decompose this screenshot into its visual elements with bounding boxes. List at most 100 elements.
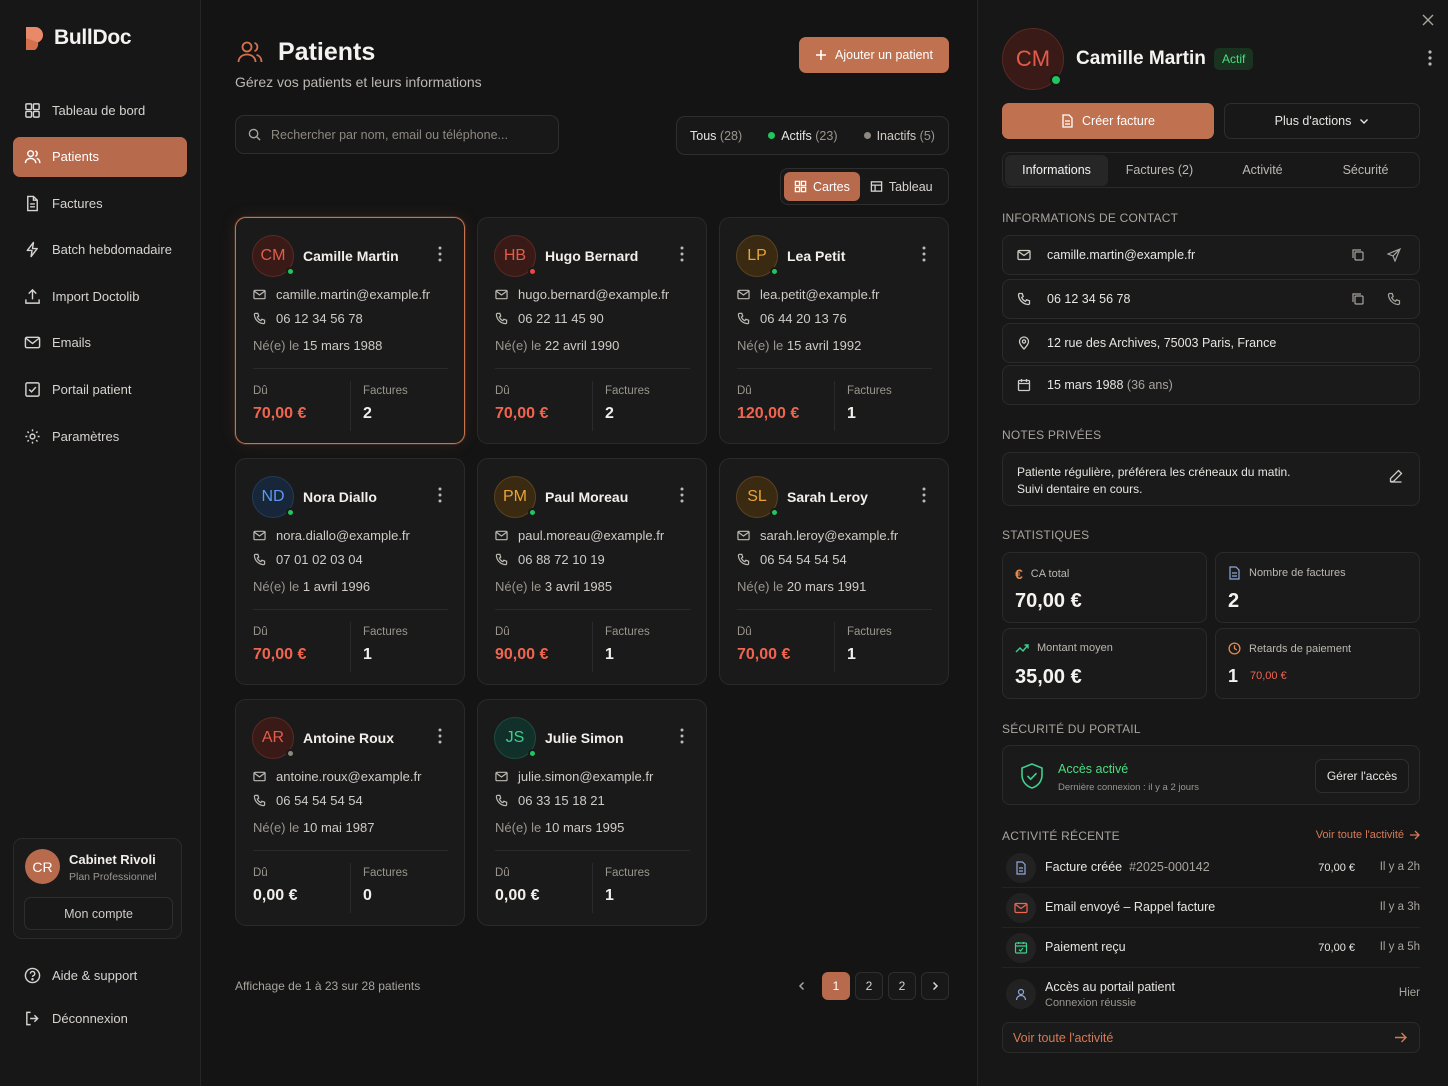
phone-call-icon[interactable] <box>1387 292 1401 306</box>
close-icon[interactable] <box>1422 14 1434 26</box>
patient-birthdate: Né(e) le 20 mars 1991 <box>737 579 866 594</box>
sidebar-item-invoices[interactable]: Factures <box>13 183 187 223</box>
activity-item[interactable]: Paiement reçu 70,00 € Il y a 5h <box>1002 928 1420 968</box>
status-dot-icon <box>286 749 295 758</box>
pagination-next[interactable] <box>921 972 949 1000</box>
arrow-right-icon <box>1395 1032 1407 1043</box>
security-section-title: SÉCURITÉ DU PORTAIL <box>1002 722 1141 736</box>
brand[interactable]: BullDoc <box>22 24 132 52</box>
patient-birthdate: Né(e) le 3 avril 1985 <box>495 579 612 594</box>
send-icon[interactable] <box>1387 248 1401 262</box>
sidebar-item-dashboard[interactable]: Tableau de bord <box>13 90 187 130</box>
private-notes[interactable]: Patiente régulière, préférera les crénea… <box>1002 452 1420 506</box>
activity-time: Il y a 5h <box>1379 941 1420 953</box>
born-label: Né(e) le <box>737 338 784 353</box>
patient-card[interactable]: HB Hugo Bernard hugo.bernard@example.fr 06 … <box>477 217 707 444</box>
help-support-link[interactable]: Aide & support <box>24 967 137 984</box>
my-account-button[interactable]: Mon compte <box>24 897 173 930</box>
due-value: 120,00 € <box>737 405 800 422</box>
patient-card[interactable]: CM Camille Martin camille.martin@example.f… <box>235 217 465 444</box>
logout-link[interactable]: Déconnexion <box>24 1010 128 1027</box>
sidebar: BullDoc Tableau de bord Patients Facture… <box>0 0 201 1086</box>
patient-card[interactable]: PM Paul Moreau paul.moreau@example.fr 06 88… <box>477 458 707 685</box>
mail-icon <box>495 289 508 300</box>
pagination-page[interactable]: 1 <box>822 972 850 1000</box>
edit-icon[interactable] <box>1389 469 1403 483</box>
sidebar-item-label: Tableau de bord <box>52 102 146 118</box>
more-vertical-icon[interactable] <box>680 246 684 262</box>
sidebar-item-emails[interactable]: Emails <box>13 323 187 363</box>
pagination-prev[interactable] <box>788 972 816 1000</box>
tab-security[interactable]: Sécurité <box>1314 155 1417 186</box>
status-dot-icon <box>528 749 537 758</box>
sidebar-item-label: Factures <box>52 195 103 211</box>
grid-icon <box>794 180 807 193</box>
brand-name: BullDoc <box>54 26 132 49</box>
patient-phone: 06 33 15 18 21 <box>518 793 605 808</box>
arrow-right-icon <box>1410 830 1420 840</box>
sidebar-item-patients[interactable]: Patients <box>13 136 187 177</box>
sidebar-item-settings[interactable]: Paramètres <box>13 416 187 456</box>
pagination-page[interactable]: 2 <box>888 972 916 1000</box>
activity-item[interactable]: Accès au portail patient Connexion réuss… <box>1002 972 1420 1016</box>
pagination-page[interactable]: 2 <box>855 972 883 1000</box>
sidebar-item-import[interactable]: Import Doctolib <box>13 276 187 316</box>
more-vertical-icon[interactable] <box>438 487 442 503</box>
more-vertical-icon[interactable] <box>680 487 684 503</box>
see-all-activity-link[interactable]: Voir toute l'activité <box>1316 829 1420 841</box>
tab-invoices[interactable]: Factures (2) <box>1108 155 1211 186</box>
copy-icon[interactable] <box>1351 292 1365 306</box>
contact-birth: 15 mars 1988 <box>1047 378 1124 392</box>
activity-subtitle: Connexion réussie <box>1045 997 1137 1009</box>
see-all-activity-button[interactable]: Voir toute l'activité <box>1002 1022 1420 1053</box>
add-patient-button[interactable]: Ajouter un patient <box>799 37 949 73</box>
filter-all-label: Tous <box>690 128 717 143</box>
born-label: Né(e) le <box>253 338 300 353</box>
chevron-left-icon <box>798 981 805 991</box>
filter-all[interactable]: Tous (28) <box>690 129 742 143</box>
patient-name: Camille Martin <box>1076 48 1206 69</box>
create-invoice-button[interactable]: Créer facture <box>1002 103 1214 139</box>
more-vertical-icon[interactable] <box>922 246 926 262</box>
stat-value: 1 <box>1228 666 1239 686</box>
divider <box>592 863 593 913</box>
patient-card[interactable]: JS Julie Simon julie.simon@example.fr 06 33… <box>477 699 707 926</box>
sidebar-item-batch[interactable]: Batch hebdomadaire <box>13 230 187 270</box>
more-vertical-icon[interactable] <box>438 246 442 262</box>
tab-activity[interactable]: Activité <box>1211 155 1314 186</box>
view-cards-button[interactable]: Cartes <box>784 172 860 201</box>
view-table-button[interactable]: Tableau <box>860 172 943 201</box>
born-value: 15 mars 1988 <box>302 338 383 353</box>
activity-item[interactable]: Facture créée #2025-000142 70,00 € Il y … <box>1002 848 1420 888</box>
patient-card[interactable]: ND Nora Diallo nora.diallo@example.fr 07 01… <box>235 458 465 685</box>
chevron-right-icon <box>932 981 939 991</box>
divider <box>592 622 593 672</box>
more-actions-button[interactable]: Plus d'actions <box>1224 103 1420 139</box>
patient-card[interactable]: SL Sarah Leroy sarah.leroy@example.fr 06 54… <box>719 458 949 685</box>
sidebar-item-portal[interactable]: Portail patient <box>13 370 187 410</box>
tab-informations[interactable]: Informations <box>1005 154 1108 186</box>
notes-section-title: NOTES PRIVÉES <box>1002 428 1102 442</box>
manage-access-button[interactable]: Gérer l'accès <box>1315 759 1409 793</box>
patient-card[interactable]: LP Lea Petit lea.petit@example.fr 06 44 20 … <box>719 217 949 444</box>
activity-time: Hier <box>1398 987 1420 999</box>
more-vertical-icon[interactable] <box>922 487 926 503</box>
mail-icon <box>737 530 750 541</box>
patient-name: Antoine Roux <box>303 730 394 746</box>
see-all-label: Voir toute l'activité <box>1315 829 1404 841</box>
more-vertical-icon[interactable] <box>438 728 442 744</box>
search-input[interactable] <box>271 127 541 142</box>
filter-inactive[interactable]: Inactifs (5) <box>863 129 935 143</box>
due-label: Dû <box>253 626 268 638</box>
more-vertical-icon[interactable] <box>1428 50 1432 66</box>
patient-card[interactable]: AR Antoine Roux antoine.roux@example.fr 06 … <box>235 699 465 926</box>
contact-phone-row: 06 12 34 56 78 <box>1002 279 1420 319</box>
search-field[interactable] <box>235 115 559 154</box>
status-dot-icon <box>286 508 295 517</box>
filter-active[interactable]: Actifs (23) <box>768 129 838 143</box>
patient-name: Sarah Leroy <box>787 489 868 505</box>
copy-icon[interactable] <box>1351 248 1365 262</box>
activity-item[interactable]: Email envoyé – Rappel facture Il y a 3h <box>1002 888 1420 928</box>
due-value: 0,00 € <box>253 887 298 904</box>
more-vertical-icon[interactable] <box>680 728 684 744</box>
